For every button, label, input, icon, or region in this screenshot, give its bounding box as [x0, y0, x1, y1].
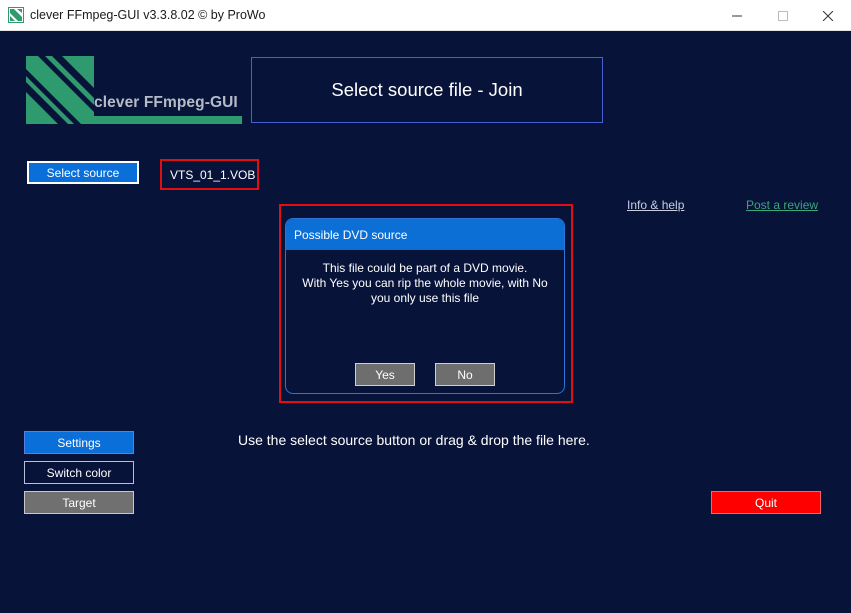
no-button[interactable]: No — [435, 363, 495, 386]
dialog-message-line: This file could be part of a DVD movie. — [322, 261, 528, 275]
window-titlebar[interactable]: clever FFmpeg-GUI v3.3.8.02 © by ProWo — [0, 0, 851, 31]
dialog-title: Possible DVD source — [294, 227, 408, 242]
yes-button[interactable]: Yes — [355, 363, 415, 386]
maximize-button[interactable] — [760, 0, 806, 31]
logo-graphic — [26, 56, 242, 124]
select-source-button[interactable]: Select source — [27, 161, 139, 184]
close-icon — [823, 10, 833, 21]
window-title: clever FFmpeg-GUI v3.3.8.02 © by ProWo — [30, 8, 266, 22]
dialog-message: This file could be part of a DVD movie. … — [286, 261, 564, 306]
dialog-header: Possible DVD source — [286, 219, 564, 250]
quit-button[interactable]: Quit — [711, 491, 821, 514]
page-title-box: Select source file - Join — [251, 57, 603, 123]
target-button[interactable]: Target — [24, 491, 134, 514]
dialog-message-line: With Yes you can rip the whole movie, wi… — [302, 276, 548, 290]
source-file-name: VTS_01_1.VOB — [160, 159, 259, 190]
info-help-link[interactable]: Info & help — [627, 198, 684, 212]
minimize-icon — [732, 15, 742, 16]
drop-hint-text: Use the select source button or drag & d… — [238, 432, 590, 448]
main-window: clever FFmpeg-GUI Select source file - J… — [0, 31, 851, 613]
source-file-label: VTS_01_1.VOB — [170, 167, 256, 182]
minimize-button[interactable] — [714, 0, 760, 31]
dvd-source-dialog: Possible DVD source This file could be p… — [285, 218, 565, 394]
dialog-message-line: you only use this file — [370, 291, 480, 305]
page-title: Select source file - Join — [331, 79, 523, 100]
logo-text: clever FFmpeg-GUI — [94, 94, 238, 111]
settings-button[interactable]: Settings — [24, 431, 134, 454]
switch-color-button[interactable]: Switch color — [24, 461, 134, 484]
close-button[interactable] — [805, 0, 851, 31]
app-icon — [8, 7, 24, 23]
maximize-icon — [778, 10, 788, 21]
post-review-link[interactable]: Post a review — [746, 198, 818, 212]
